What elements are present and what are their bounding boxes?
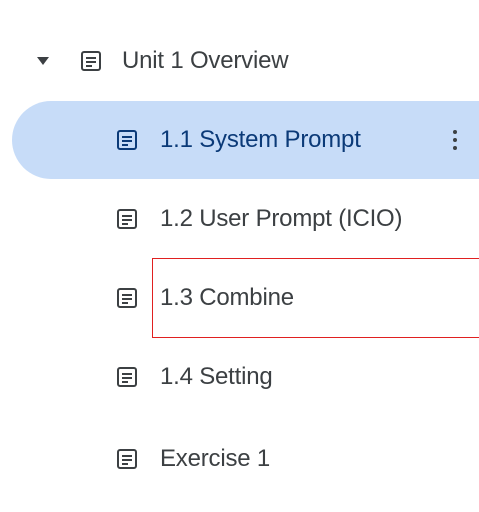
outline-item-label: 1.4 Setting: [160, 363, 273, 390]
annotation-box: [152, 258, 479, 338]
outline-item-label: Exercise 1: [160, 445, 271, 472]
outline-item-1-1-system-prompt[interactable]: 1.1 System Prompt: [0, 101, 479, 179]
document-icon: [117, 288, 137, 308]
caret-down-icon[interactable]: [36, 54, 50, 68]
document-icon: [117, 449, 137, 469]
document-icon: [117, 209, 137, 229]
more-vert-icon[interactable]: [443, 122, 467, 158]
outline-item-label: Unit 1 Overview: [122, 47, 289, 74]
outline-item-exercise-1[interactable]: Exercise 1: [0, 420, 479, 498]
outline-item-label: 1.2 User Prompt (ICIO): [160, 205, 403, 232]
outline-item-1-4-setting[interactable]: 1.4 Setting: [0, 338, 479, 416]
document-icon: [117, 130, 137, 150]
document-icon: [81, 51, 101, 71]
document-outline-panel: Unit 1 Overview 1.1 System Prompt 1.2 Us…: [0, 0, 479, 512]
outline-item-label: 1.1 System Prompt: [160, 126, 361, 153]
outline-item-unit-1-overview[interactable]: Unit 1 Overview: [0, 22, 479, 100]
document-icon: [117, 367, 137, 387]
outline-item-1-2-user-prompt[interactable]: 1.2 User Prompt (ICIO): [0, 180, 479, 258]
